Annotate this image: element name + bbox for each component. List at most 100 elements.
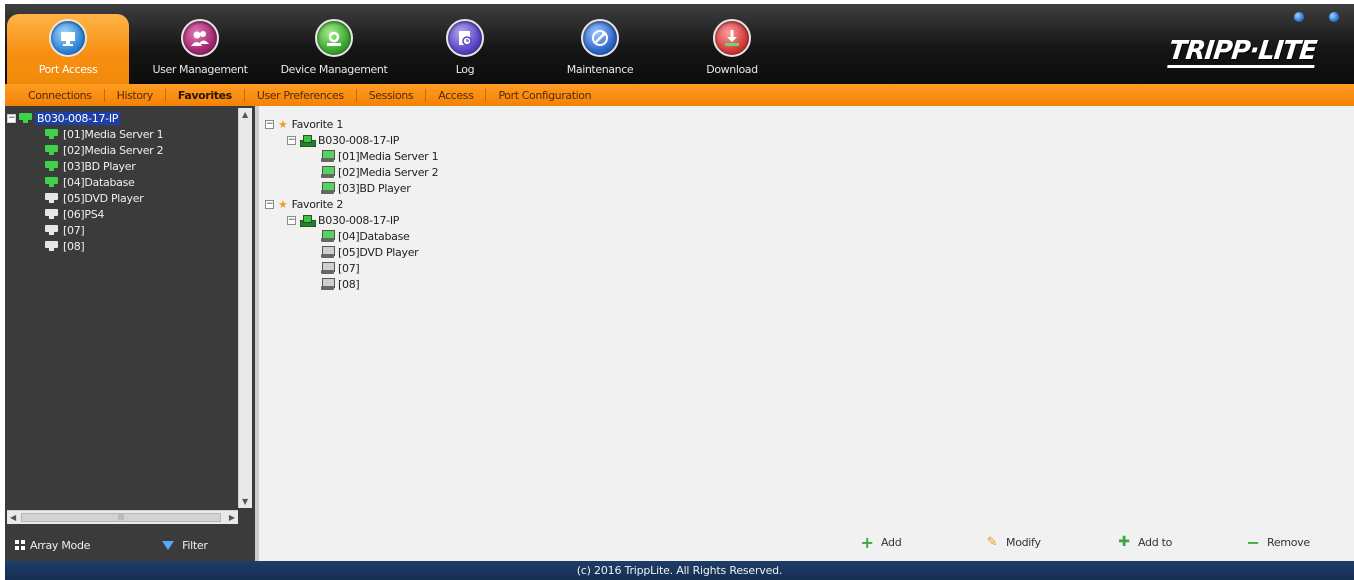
kvm-switch-icon — [300, 134, 316, 147]
favorite-group[interactable]: − ★ Favorite 1 — [265, 116, 438, 132]
port-item[interactable]: [05]DVD Player — [7, 190, 237, 206]
favorite-port[interactable]: [01]Media Server 1 — [265, 148, 439, 164]
monitor-offline-icon — [45, 193, 58, 203]
add-to-button[interactable]: ✚ Add to — [1116, 534, 1172, 550]
device-management-icon — [315, 19, 353, 57]
scroll-up-icon[interactable]: ▲ — [242, 110, 248, 119]
collapse-icon[interactable]: − — [265, 199, 274, 209]
tab-download[interactable]: Download — [687, 14, 777, 84]
port-label: [08] — [63, 239, 85, 253]
filter-button[interactable]: Filter — [162, 538, 208, 552]
left-panel-footer: Array Mode Filter — [5, 529, 255, 561]
favorite-name: Favorite 1 — [291, 117, 344, 131]
scroll-right-icon[interactable]: ▶ — [229, 513, 235, 522]
port-item[interactable]: [07] — [7, 222, 237, 238]
subtab-favorites[interactable]: Favorites — [176, 89, 234, 102]
collapse-icon[interactable]: − — [287, 135, 296, 145]
monitor-online-icon — [45, 129, 58, 139]
monitor-offline-icon — [45, 225, 58, 235]
port-label: [02]Media Server 2 — [63, 143, 164, 157]
favorite-port[interactable]: [05]DVD Player — [265, 244, 438, 260]
collapse-icon[interactable]: − — [265, 119, 274, 129]
favorites-actions: + Add ✎ Modify ✚ Add to − Remove — [259, 532, 1354, 554]
port-item[interactable]: [03]BD Player — [7, 158, 237, 174]
subtab-sessions[interactable]: Sessions — [367, 89, 416, 102]
tab-label: User Management — [152, 63, 248, 76]
plus-icon: + — [860, 532, 874, 552]
favorite-port[interactable]: [04]Database — [265, 228, 438, 244]
favorite-port[interactable]: [02]Media Server 2 — [265, 164, 439, 180]
favorite-device[interactable]: − B030-008-17-IP — [265, 212, 438, 228]
subtab-user-preferences[interactable]: User Preferences — [255, 89, 346, 102]
tab-device-management[interactable]: Device Management — [269, 14, 399, 84]
scrollbar-thumb[interactable]: ||| — [21, 513, 221, 522]
port-item[interactable]: [04]Database — [7, 174, 237, 190]
tab-port-access[interactable]: Port Access — [7, 14, 129, 85]
log-icon — [446, 19, 484, 57]
maintenance-icon — [581, 19, 619, 57]
pencil-icon: ✎ — [986, 534, 998, 550]
add-to-icon: ✚ — [1118, 534, 1130, 550]
modify-button[interactable]: ✎ Modify — [984, 534, 1041, 550]
add-to-label: Add to — [1138, 535, 1173, 549]
port-label: [06]PS4 — [63, 207, 105, 221]
port-item[interactable]: [02]Media Server 2 — [7, 142, 237, 158]
divider — [355, 88, 357, 102]
tab-label: Device Management — [280, 63, 388, 76]
modify-label: Modify — [1006, 535, 1041, 549]
port-item[interactable]: [08] — [7, 238, 237, 254]
grid-icon — [15, 540, 25, 550]
port-item[interactable]: [06]PS4 — [7, 206, 237, 222]
top-navigation-bar: Port Access User Management Device Manag… — [5, 4, 1354, 85]
scroll-left-icon[interactable]: ◀ — [10, 513, 16, 522]
device-name: B030-008-17-IP — [318, 133, 400, 147]
monitor-online-icon — [321, 230, 335, 242]
tripp-lite-logo: TRIPP·LITE — [1167, 36, 1318, 66]
collapse-icon[interactable]: − — [287, 215, 296, 225]
remove-button[interactable]: − Remove — [1245, 533, 1310, 552]
add-button[interactable]: + Add — [859, 532, 902, 552]
subtab-connections[interactable]: Connections — [26, 89, 94, 102]
favorites-panel: − ★ Favorite 1 − B030-008-17-IP [01]Medi… — [259, 106, 1354, 561]
window-dot-icon[interactable] — [1329, 12, 1339, 22]
favorite-port[interactable]: [08] — [265, 276, 438, 292]
copyright-text: (c) 2016 TrippLite. All Rights Reserved. — [576, 564, 783, 577]
port-tree-panel: − B030-008-17-IP [01]Media Server 1 [02]… — [5, 106, 255, 561]
collapse-icon[interactable]: − — [7, 113, 16, 123]
port-label: [01]Media Server 1 — [63, 127, 164, 141]
favorite-device[interactable]: − B030-008-17-IP — [265, 132, 438, 148]
tree-root[interactable]: − B030-008-17-IP — [7, 110, 237, 126]
subtab-access[interactable]: Access — [436, 89, 475, 102]
vertical-scrollbar[interactable]: ▲ ▼ — [238, 108, 252, 508]
port-item[interactable]: [01]Media Server 1 — [7, 126, 237, 142]
user-management-icon — [181, 19, 219, 57]
subtab-history[interactable]: History — [115, 89, 155, 102]
favorite-group[interactable]: − ★ Favorite 2 — [265, 196, 438, 212]
monitor-online-icon — [321, 182, 335, 194]
window-dot-icon[interactable] — [1294, 12, 1304, 22]
monitor-offline-icon — [45, 209, 58, 219]
tab-user-management[interactable]: User Management — [140, 14, 260, 84]
scroll-down-icon[interactable]: ▼ — [242, 497, 248, 506]
sub-navigation: Connections History Favorites User Prefe… — [5, 84, 1354, 106]
port-label: [07] — [338, 261, 360, 275]
subtab-port-configuration[interactable]: Port Configuration — [496, 89, 593, 102]
monitor-online-icon — [45, 161, 58, 171]
tab-label: Port Access — [38, 63, 98, 76]
tab-log[interactable]: Log — [425, 14, 505, 84]
horizontal-scrollbar[interactable]: ◀ ||| ▶ — [7, 510, 238, 524]
favorite-name: Favorite 2 — [291, 197, 344, 211]
array-mode-button[interactable]: Array Mode — [15, 539, 90, 552]
copyright-bar: (c) 2016 TrippLite. All Rights Reserved. — [5, 561, 1354, 580]
port-label: [03]BD Player — [338, 181, 411, 195]
add-label: Add — [881, 535, 902, 549]
favorite-port[interactable]: [03]BD Player — [265, 180, 438, 196]
tab-maintenance[interactable]: Maintenance — [550, 14, 650, 84]
port-label: [07] — [63, 223, 85, 237]
port-label: [02]Media Server 2 — [338, 165, 439, 179]
device-name: B030-008-17-IP — [318, 213, 400, 227]
filter-label: Filter — [182, 538, 208, 552]
favorite-port[interactable]: [07] — [265, 260, 438, 276]
array-mode-label: Array Mode — [30, 538, 91, 552]
divider — [103, 88, 105, 102]
